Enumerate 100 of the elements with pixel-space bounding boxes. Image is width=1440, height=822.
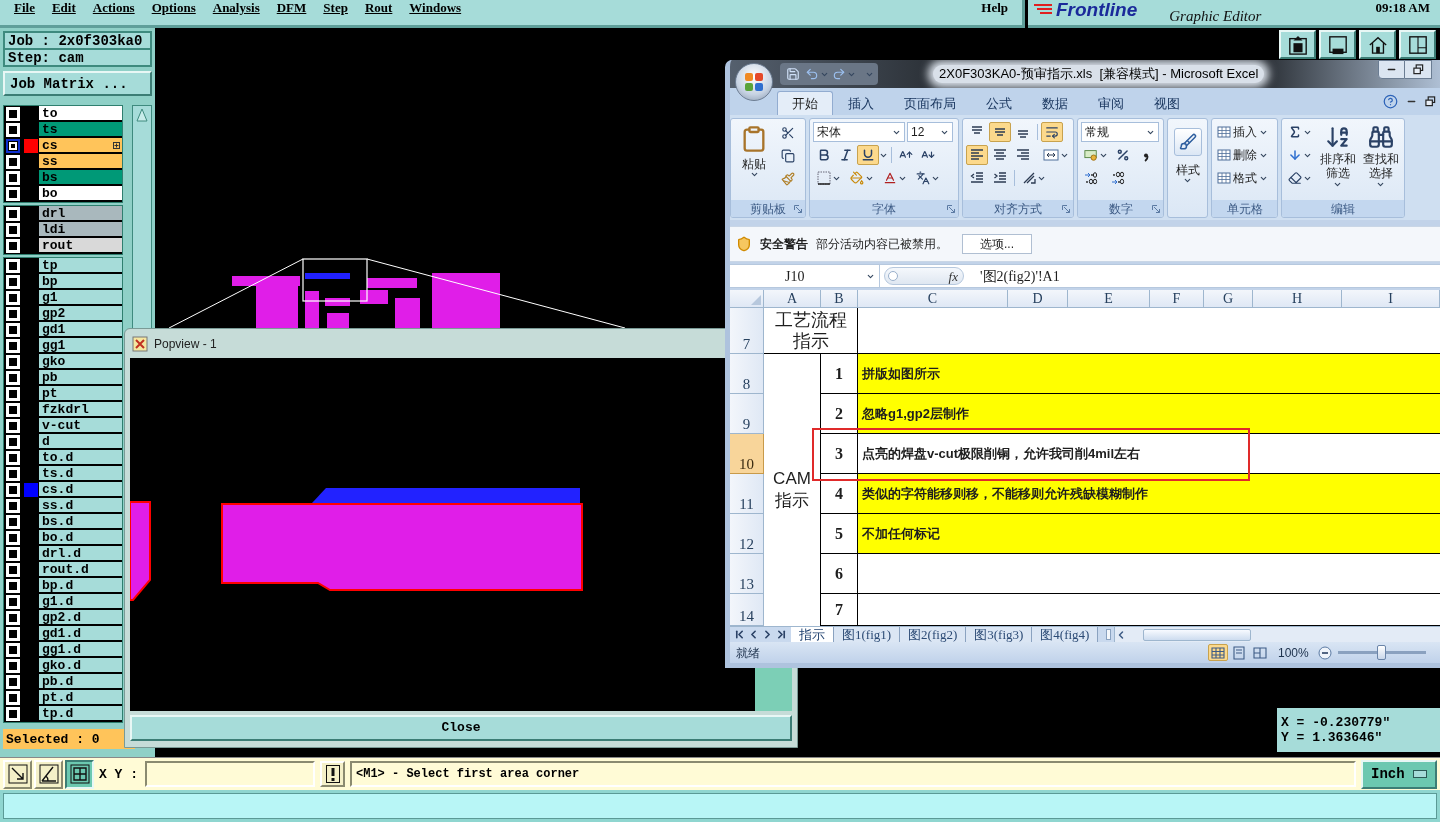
layer-checkbox[interactable] <box>6 123 20 137</box>
name-box-field[interactable]: J10 <box>730 265 880 287</box>
export-button[interactable] <box>1279 30 1316 59</box>
layer-item[interactable]: gg1.d <box>39 642 122 658</box>
layer-checkbox[interactable] <box>6 611 20 625</box>
layer-checkbox[interactable] <box>6 171 20 185</box>
row-header[interactable]: 9 <box>730 394 764 434</box>
layer-item[interactable]: ts <box>39 122 122 138</box>
sheet-tab[interactable]: 图1(fig1) <box>834 627 901 642</box>
layer-checkbox[interactable] <box>6 483 20 497</box>
layer-checkbox[interactable] <box>6 339 20 353</box>
paste-button[interactable]: 粘贴 <box>734 122 774 200</box>
ribbon-tab[interactable]: 数据 <box>1027 91 1083 115</box>
zoom-slider-thumb[interactable] <box>1377 645 1387 660</box>
align-middle-button[interactable] <box>989 122 1011 142</box>
layer-checkbox[interactable] <box>6 187 20 201</box>
layer-checkbox[interactable] <box>6 291 20 305</box>
layer-checkbox[interactable] <box>6 563 20 577</box>
last-sheet-button[interactable] <box>775 628 788 641</box>
layer-item[interactable]: to.d <box>39 450 122 466</box>
layer-checkbox[interactable] <box>6 435 20 449</box>
layer-item[interactable]: drl.d <box>39 546 122 562</box>
insert-cells-button[interactable]: 插入 <box>1215 122 1274 142</box>
ribbon-tab[interactable]: 审阅 <box>1083 91 1139 115</box>
sheet-tab[interactable]: 图4(fig4) <box>1032 627 1099 642</box>
layer-item[interactable]: cs <box>39 138 122 154</box>
scrollbar-thumb[interactable] <box>1143 628 1252 641</box>
save-button[interactable] <box>784 65 802 83</box>
row-header[interactable]: 13 <box>730 554 764 594</box>
layer-item[interactable]: v-cut <box>39 418 122 434</box>
layer-item[interactable]: gko.d <box>39 658 122 674</box>
styles-button[interactable]: 样式 <box>1171 122 1204 217</box>
menu-item[interactable]: Help <box>981 1 1008 15</box>
layer-item[interactable]: gg1 <box>39 338 122 354</box>
ribbon-tab[interactable]: 页面布局 <box>889 91 971 115</box>
page-break-view-button[interactable] <box>1250 644 1270 661</box>
layer-checkbox[interactable] <box>6 259 20 273</box>
job-matrix-button[interactable]: Job Matrix ... <box>3 71 152 96</box>
row-header[interactable]: 7 <box>730 308 764 354</box>
ribbon-tab[interactable]: 开始 <box>777 91 833 115</box>
layer-checkbox[interactable] <box>6 223 20 237</box>
column-header[interactable]: D <box>1008 290 1068 308</box>
first-sheet-button[interactable] <box>733 628 746 641</box>
column-header[interactable]: F <box>1150 290 1204 308</box>
layer-item[interactable]: d <box>39 434 122 450</box>
xy-input-field[interactable] <box>145 761 315 787</box>
number-format-field[interactable]: 常规 <box>1081 122 1159 142</box>
measure-tool-button[interactable] <box>34 759 63 789</box>
column-header[interactable]: G <box>1204 290 1253 308</box>
layer-item[interactable]: gd1 <box>39 322 122 338</box>
layer-checkbox[interactable] <box>6 403 20 417</box>
layer-checkbox[interactable] <box>6 643 20 657</box>
font-family-field[interactable]: 宋体 <box>813 122 905 142</box>
column-header[interactable]: B <box>821 290 858 308</box>
formula-input-field[interactable]: '图2(fig2)'!A1 <box>968 265 1440 287</box>
layer-item[interactable]: bo.d <box>39 530 122 546</box>
close-button[interactable]: Close <box>130 715 792 741</box>
menu-item[interactable]: Windows <box>409 1 462 15</box>
layer-item[interactable]: cs.d <box>39 482 122 498</box>
home-button[interactable] <box>1359 30 1396 59</box>
layer-item[interactable]: bp.d <box>39 578 122 594</box>
options-button[interactable]: 选项... <box>962 234 1032 254</box>
grid-tool-button[interactable] <box>65 759 94 789</box>
layer-checkbox[interactable] <box>6 515 20 529</box>
layer-item[interactable]: ts.d <box>39 466 122 482</box>
horizontal-scrollbar[interactable] <box>1114 627 1440 642</box>
row-header[interactable]: 11 <box>730 474 764 514</box>
layer-item[interactable]: bs <box>39 170 122 186</box>
layer-checkbox[interactable] <box>6 579 20 593</box>
column-header[interactable]: I <box>1342 290 1440 308</box>
layer-checkbox[interactable] <box>6 707 20 721</box>
normal-view-button[interactable] <box>1208 644 1228 661</box>
sheet-tab[interactable]: 图2(fig2) <box>900 627 967 642</box>
underline-button[interactable] <box>857 145 879 165</box>
alert-button[interactable] <box>320 761 345 787</box>
layer-checkbox[interactable] <box>6 419 20 433</box>
wrap-text-button[interactable] <box>1041 122 1063 142</box>
layer-checkbox[interactable] <box>6 595 20 609</box>
layer-checkbox[interactable] <box>6 155 20 169</box>
layer-checkbox[interactable] <box>6 451 20 465</box>
layer-item[interactable]: pb.d <box>39 674 122 690</box>
column-header[interactable]: H <box>1253 290 1342 308</box>
sheet-tab[interactable]: 图3(fig3) <box>966 627 1033 642</box>
layer-item[interactable]: tp <box>39 258 122 274</box>
menu-item[interactable]: Options <box>151 1 196 15</box>
layer-checkbox[interactable] <box>6 107 20 121</box>
layer-item[interactable]: to <box>39 106 122 122</box>
layer-checkbox[interactable] <box>6 547 20 561</box>
layer-checkbox[interactable] <box>6 627 20 641</box>
column-header[interactable]: E <box>1068 290 1150 308</box>
layer-item[interactable]: gd1.d <box>39 626 122 642</box>
layer-checkbox[interactable] <box>6 239 20 253</box>
layer-item[interactable]: bs.d <box>39 514 122 530</box>
layer-item[interactable]: pt <box>39 386 122 402</box>
layer-checkbox[interactable] <box>6 531 20 545</box>
layer-checkbox[interactable] <box>6 323 20 337</box>
font-size-field[interactable]: 12 <box>907 122 953 142</box>
format-cells-button[interactable]: 格式 <box>1215 168 1274 188</box>
layer-item[interactable]: ldi <box>39 222 122 238</box>
row-header[interactable]: 8 <box>730 354 764 394</box>
